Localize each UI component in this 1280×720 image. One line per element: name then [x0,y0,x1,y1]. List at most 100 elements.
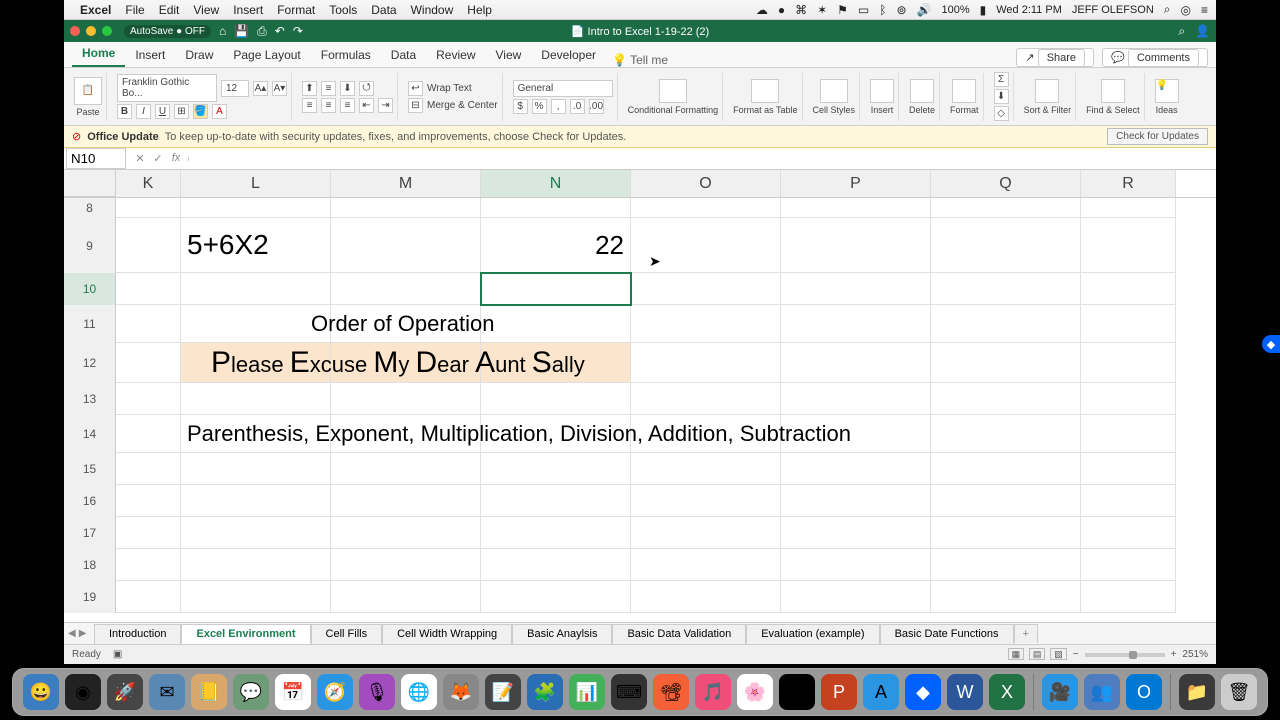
cell-K12[interactable] [116,343,181,383]
sheet-tab-7[interactable]: Basic Date Functions [880,624,1014,644]
finder-icon[interactable]: 😀 [23,674,59,710]
font-size-select[interactable]: 12 [221,80,249,97]
autosave-toggle[interactable]: AutoSave ● OFF [124,25,211,38]
percent-icon[interactable]: % [532,99,547,114]
tab-home[interactable]: Home [72,41,125,67]
currency-icon[interactable]: $ [513,99,528,114]
cell-N13[interactable] [481,383,631,415]
cell-P9[interactable] [781,218,931,273]
row-header-11[interactable]: 11 [64,305,116,343]
cell-N10[interactable] [481,273,631,305]
music-icon[interactable]: 🎵 [695,674,731,710]
cell-R9[interactable] [1081,218,1176,273]
tab-insert[interactable]: Insert [125,43,175,67]
clock[interactable]: Wed 2:11 PM [996,4,1062,16]
cell-R18[interactable] [1081,549,1176,581]
comma-icon[interactable]: , [551,99,566,114]
messages-icon[interactable]: 💬 [233,674,269,710]
sheet-tab-0[interactable]: Introduction [94,624,181,644]
save-icon[interactable]: 💾 [234,24,249,39]
cell-Q18[interactable] [931,549,1081,581]
cell-R15[interactable] [1081,453,1176,485]
cell-O15[interactable] [631,453,781,485]
wifi-icon[interactable]: ⊚ [896,3,906,17]
photos-icon[interactable]: 🌸 [737,674,773,710]
tell-me[interactable]: 💡 Tell me [612,53,668,67]
tab-developer[interactable]: Developer [531,43,606,67]
display-icon[interactable]: ▭ [858,3,869,17]
chrome-icon[interactable]: 🌐 [401,674,437,710]
cell-K11[interactable] [116,305,181,343]
cell-N11[interactable] [481,305,631,343]
dec-dec-icon[interactable]: .00 [589,99,604,114]
user-name[interactable]: JEFF OLEFSON [1072,4,1154,16]
cell-Q14[interactable] [931,415,1081,453]
appstore-icon[interactable]: A [863,674,899,710]
folder-icon[interactable]: 📁 [1179,674,1215,710]
col-header-O[interactable]: O [631,170,781,197]
cell-R19[interactable] [1081,581,1176,613]
font-name-select[interactable]: Franklin Gothic Bo... [117,74,217,102]
name-box[interactable] [66,148,126,169]
tab-view[interactable]: View [486,43,532,67]
cell-O9[interactable] [631,218,781,273]
cell-R12[interactable] [1081,343,1176,383]
menu-tools[interactable]: Tools [329,3,357,17]
dropbox-icon[interactable]: ◆ [905,674,941,710]
cell-R16[interactable] [1081,485,1176,517]
col-header-N[interactable]: N [481,170,631,197]
app-menu[interactable]: Excel [80,3,111,17]
spreadsheet-grid[interactable]: KLMNOPQR 895+6X2221011Order of Operation… [64,170,1216,622]
col-header-Q[interactable]: Q [931,170,1081,197]
cell-Q10[interactable] [931,273,1081,305]
cell-P15[interactable] [781,453,931,485]
wrap-icon[interactable]: ↩ [408,81,423,96]
cell-M18[interactable] [331,549,481,581]
numbers-icon[interactable]: 📊 [569,674,605,710]
border-button[interactable]: ⊞ [174,104,189,119]
sheet-tab-4[interactable]: Basic Anaylsis [512,624,612,644]
cc-icon[interactable]: ⌘ [795,3,807,17]
ideas-button[interactable]: 💡 [1155,79,1179,103]
cell-L16[interactable] [181,485,331,517]
cell-Q17[interactable] [931,517,1081,549]
menu-file[interactable]: File [125,3,144,17]
cell-styles-button[interactable] [820,79,848,103]
italic-button[interactable]: I [136,104,151,119]
cell-O17[interactable] [631,517,781,549]
cell-O8[interactable] [631,198,781,218]
menu-view[interactable]: View [193,3,219,17]
notion-icon[interactable]: 📝 [485,674,521,710]
print-icon[interactable]: ⎙ [257,24,267,39]
terminal-icon[interactable]: ⌨ [611,674,647,710]
row-header-15[interactable]: 15 [64,453,116,485]
contacts-icon[interactable]: 📒 [191,674,227,710]
cell-R10[interactable] [1081,273,1176,305]
cell-M15[interactable] [331,453,481,485]
cell-P19[interactable] [781,581,931,613]
sheet-tab-6[interactable]: Evaluation (example) [746,624,879,644]
row-header-12[interactable]: 12 [64,343,116,383]
dropbox-badge[interactable]: ◆ [1262,335,1280,353]
cell-L12[interactable]: Please Excuse My Dear Aunt Sally [181,343,331,383]
cell-O16[interactable] [631,485,781,517]
cell-R13[interactable] [1081,383,1176,415]
cell-O12[interactable] [631,343,781,383]
cell-R11[interactable] [1081,305,1176,343]
cell-Q13[interactable] [931,383,1081,415]
cell-K9[interactable] [116,218,181,273]
cell-O19[interactable] [631,581,781,613]
sheet-tab-3[interactable]: Cell Width Wrapping [382,624,512,644]
align-left-icon[interactable]: ≡ [302,98,317,113]
col-header-M[interactable]: M [331,170,481,197]
tab-draw[interactable]: Draw [175,43,223,67]
cell-L13[interactable] [181,383,331,415]
add-sheet-button[interactable]: + [1014,624,1038,643]
word-icon[interactable]: W [947,674,983,710]
bug-icon[interactable]: ✶ [817,3,827,17]
cell-L9[interactable]: 5+6X2 [181,218,331,273]
align-bot-icon[interactable]: ⬇ [340,81,355,96]
tab-formulas[interactable]: Formulas [311,43,381,67]
menu-edit[interactable]: Edit [159,3,180,17]
cell-P10[interactable] [781,273,931,305]
